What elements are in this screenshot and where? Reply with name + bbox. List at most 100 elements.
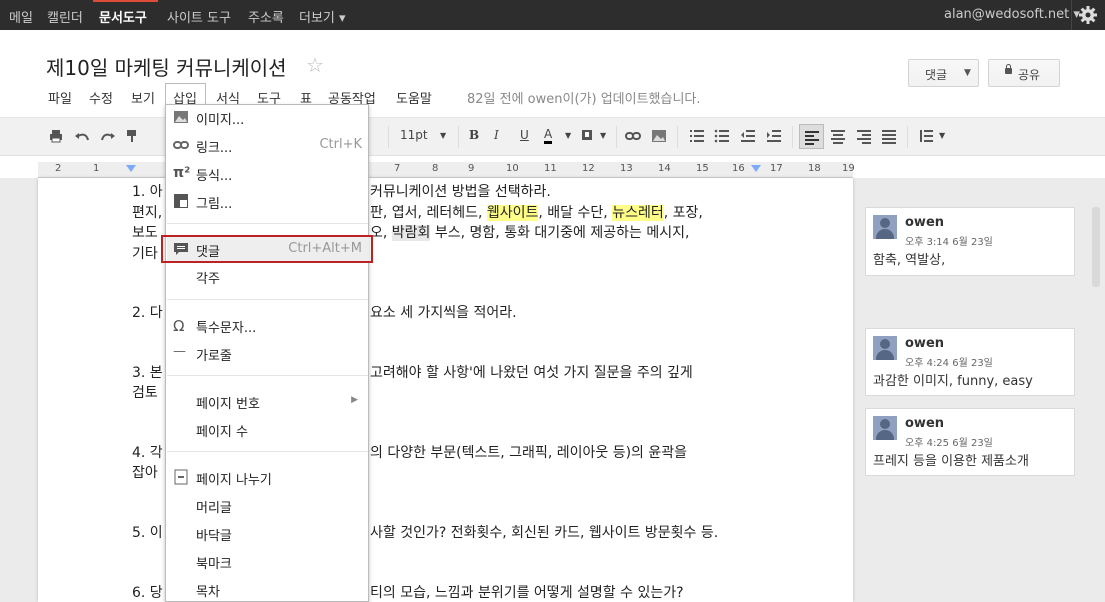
menu-item-image[interactable]: 이미지... (166, 105, 368, 129)
text-color-button[interactable]: A (544, 128, 553, 144)
nav-calendar[interactable]: 캘린더 (47, 7, 83, 26)
align-left-button[interactable] (799, 124, 824, 149)
menu-item-page-number[interactable]: 페이지 번호 ▶ (166, 389, 368, 413)
body-text: 기타 (132, 246, 158, 262)
menu-item-bookmark[interactable]: 북마크 (166, 549, 368, 573)
menu-item-header[interactable]: 머리글 (166, 493, 368, 517)
comment-time: 오후 3:14 6월 23일 (905, 237, 993, 248)
toolbar-separator (616, 126, 617, 148)
ruler-number: 9 (468, 163, 475, 174)
redo-icon[interactable] (100, 128, 116, 144)
chevron-down-icon[interactable]: ▼ (939, 131, 945, 140)
image-icon[interactable] (651, 128, 667, 144)
comment-text: 과감한 이미지, funny, easy (873, 374, 1033, 389)
highlight-color-icon[interactable] (580, 128, 596, 144)
comment-card[interactable]: owen 오후 4:25 6월 23일 프레지 등을 이용한 제품소개 (865, 408, 1075, 476)
body-text: 보도 (132, 225, 158, 241)
right-indent-marker[interactable] (751, 165, 761, 172)
chevron-down-icon[interactable]: ▼ (565, 131, 571, 140)
ruler[interactable]: 2 1 1 2 3 4 5 6 7 8 9 10 11 12 13 14 15 … (38, 162, 855, 178)
menu-file[interactable]: 파일 (48, 88, 72, 107)
body-text: 요소 세 가지씩을 적어라. (370, 305, 517, 321)
menu-separator (167, 451, 368, 452)
comments-button[interactable]: 댓글 ▼ (908, 59, 979, 87)
nav-contacts[interactable]: 주소록 (248, 7, 284, 26)
omega-icon: Ω (173, 317, 185, 335)
menu-item-page-break[interactable]: 페이지 나누기 (166, 465, 368, 489)
italic-button[interactable]: I (494, 128, 499, 142)
share-button[interactable]: 공유 (988, 59, 1060, 87)
insert-menu: 이미지... 링크... Ctrl+K π² 등식... 그림... 댓글 Ct… (165, 104, 369, 602)
menu-item-label: 목차 (196, 585, 220, 600)
nav-docs[interactable]: 문서도구 (99, 7, 147, 26)
menu-item-special-chars[interactable]: Ω 특수문자... (166, 313, 368, 337)
menu-item-label: 페이지 나누기 (196, 473, 272, 488)
body-text: 5. 이 (132, 525, 163, 541)
decrease-indent-icon[interactable] (740, 128, 756, 144)
toolbar-separator (792, 126, 793, 148)
menu-item-label: 링크... (196, 141, 233, 156)
image-icon (174, 111, 188, 123)
pi-icon: π² (173, 165, 191, 181)
increase-indent-icon[interactable] (766, 128, 782, 144)
menu-item-page-count[interactable]: 페이지 수 (166, 417, 368, 441)
comment-author: owen (905, 416, 945, 431)
bulleted-list-icon[interactable] (714, 128, 730, 144)
document-title[interactable]: 제10일 마케팅 커뮤니케이션 (46, 52, 287, 81)
chevron-down-icon[interactable]: ▼ (440, 131, 446, 140)
numbered-list-icon[interactable] (689, 128, 705, 144)
font-size-select[interactable]: 11pt (400, 128, 428, 142)
avatar (873, 215, 897, 239)
body-text: 커뮤니케이션 방법을 선택하라. (370, 184, 551, 200)
comment-card[interactable]: owen 오후 3:14 6월 23일 함축, 역발상, (865, 207, 1075, 276)
menu-separator (167, 223, 368, 224)
menu-item-drawing[interactable]: 그림... (166, 189, 368, 213)
menu-item-equation[interactable]: π² 등식... (166, 161, 368, 185)
comment-text: 프레지 등을 이용한 제품소개 (873, 454, 1029, 469)
star-icon[interactable]: ☆ (306, 53, 324, 77)
settings-button[interactable] (1071, 0, 1105, 30)
indent-marker[interactable] (126, 165, 136, 172)
menu-item-label: 각주 (196, 272, 220, 287)
body-text: 티의 모습, 느낌과 분위기를 어떻게 설명할 수 있는가? (370, 585, 684, 601)
menu-shortcut: Ctrl+K (319, 137, 362, 152)
chevron-down-icon[interactable]: ▼ (600, 131, 606, 140)
menu-item-footer[interactable]: 바닥글 (166, 521, 368, 545)
scrollbar[interactable] (1092, 207, 1100, 287)
print-icon[interactable] (48, 128, 64, 144)
horizontal-line-icon: — (173, 344, 186, 359)
menu-item-toc[interactable]: 목차 (166, 577, 368, 601)
menu-item-link[interactable]: 링크... Ctrl+K (166, 133, 368, 157)
menu-help[interactable]: 도움말 (396, 88, 432, 107)
align-right-icon[interactable] (856, 128, 872, 144)
chevron-right-icon: ▶ (351, 395, 358, 405)
menu-item-horizontal-line[interactable]: — 가로줄 (166, 341, 368, 365)
toolbar-separator (388, 126, 389, 148)
nav-mail[interactable]: 메일 (9, 7, 33, 26)
comments-button-label: 댓글 (925, 68, 948, 82)
last-edit-status[interactable]: 82일 전에 owen이(가) 업데이트했습니다. (467, 88, 701, 107)
link-icon[interactable] (625, 128, 641, 144)
justify-icon[interactable] (881, 128, 897, 144)
body-text: 2. 다 (132, 305, 163, 321)
nav-sites[interactable]: 사이트 도구 (167, 7, 231, 26)
google-bar: 메일 캘린더 문서도구 사이트 도구 주소록 더보기 ▾ alan@wedoso… (0, 0, 1105, 30)
chevron-down-icon: ▼ (964, 68, 971, 78)
bold-button[interactable]: B (469, 128, 479, 142)
menu-item-footnote[interactable]: 각주 (166, 264, 368, 288)
comment-card[interactable]: owen 오후 4:24 6월 23일 과감한 이미지, funny, easy (865, 328, 1075, 396)
toolbar-separator (907, 126, 908, 148)
underline-button[interactable]: U (520, 128, 529, 142)
line-spacing-icon[interactable] (918, 128, 934, 144)
menu-item-label: 이미지... (196, 113, 245, 128)
account-menu[interactable]: alan@wedosoft.net ▾ (944, 7, 1080, 22)
paint-format-icon[interactable] (124, 128, 140, 144)
drawing-icon (174, 194, 188, 208)
undo-icon[interactable] (74, 128, 90, 144)
menu-separator (167, 299, 368, 300)
menu-view[interactable]: 보기 (131, 88, 155, 107)
menu-item-label: 그림... (196, 197, 233, 212)
align-center-icon[interactable] (830, 128, 846, 144)
nav-more[interactable]: 더보기 ▾ (299, 7, 346, 26)
menu-edit[interactable]: 수정 (89, 88, 113, 107)
